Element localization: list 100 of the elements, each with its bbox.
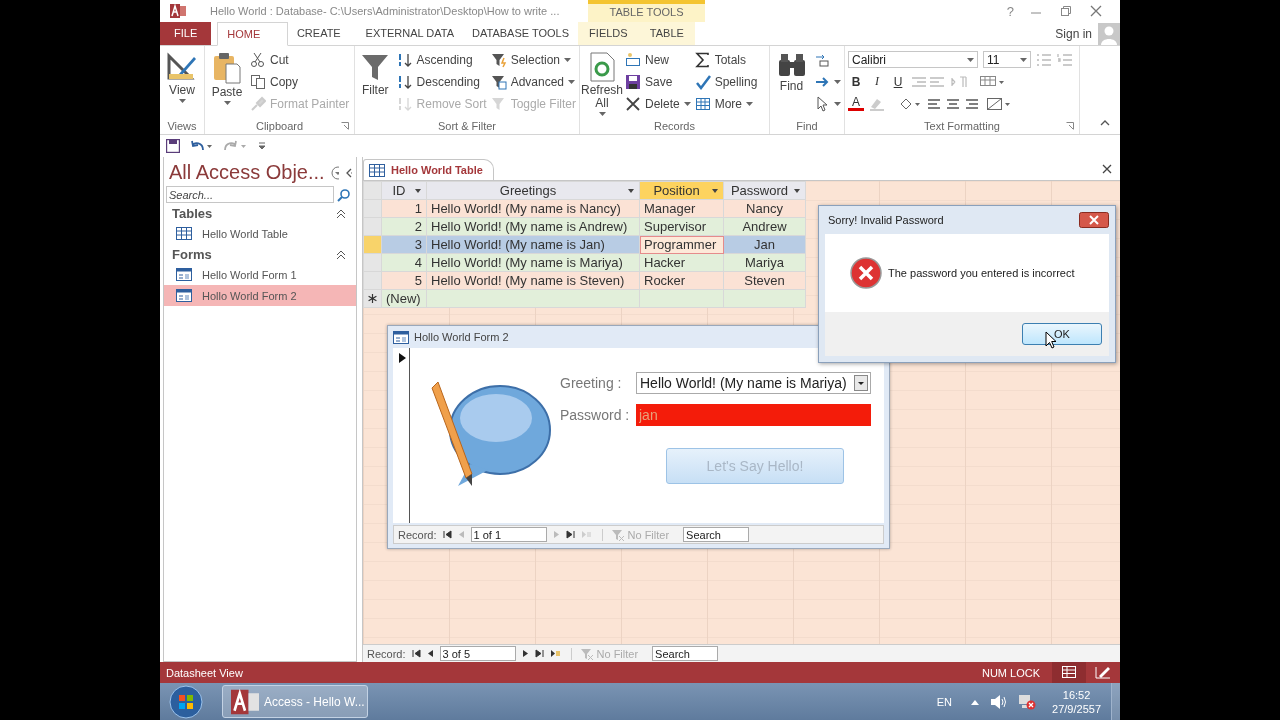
align-icon[interactable] <box>927 96 981 111</box>
network-error-icon[interactable] <box>1018 693 1037 710</box>
asterisk-icon <box>368 294 377 303</box>
bold-button[interactable]: B <box>848 74 864 89</box>
num-lock-indicator: NUM LOCK <box>981 666 1040 679</box>
section-header[interactable]: Tables <box>164 203 356 223</box>
dialog-title: Sorry! Invalid Password <box>828 214 944 226</box>
ribbon-button[interactable]: View <box>163 49 201 118</box>
ribbon-button[interactable]: Advanced <box>490 71 576 92</box>
column-header[interactable]: Position <box>639 181 724 200</box>
navigation-item[interactable]: Hello World Form 1 <box>164 264 356 285</box>
caret-icon <box>628 189 634 193</box>
caret-icon <box>564 57 571 62</box>
navigation-pane-title[interactable]: All Access Obje... <box>169 161 325 184</box>
underline-button[interactable]: U <box>890 74 906 89</box>
group-label: Find <box>796 120 818 132</box>
search-field[interactable]: Search <box>652 646 719 661</box>
document-tab[interactable]: Hello World Table <box>363 159 494 180</box>
column-header[interactable]: Password <box>723 181 806 200</box>
alternate-row-color-icon[interactable] <box>986 96 1012 111</box>
font-name-dropdown[interactable]: Calibri <box>848 51 978 68</box>
start-button[interactable] <box>168 683 204 720</box>
dialog-message: The password you entered is incorrect <box>888 267 1075 279</box>
column-header[interactable]: Greetings <box>426 181 640 200</box>
gridlines-icon[interactable] <box>979 74 1005 89</box>
language-indicator[interactable]: EN <box>936 695 953 708</box>
ribbon-button[interactable] <box>814 93 841 114</box>
previous-record-icon[interactable] <box>426 649 434 658</box>
column-header[interactable]: ID <box>381 181 427 200</box>
greeting-dropdown[interactable]: Hello World! (My name is Mariya) <box>636 372 871 394</box>
copy-icon <box>250 73 266 90</box>
customize-toolbar-icon[interactable] <box>258 142 266 150</box>
record-number-field[interactable]: 1 of 1 <box>470 527 547 542</box>
save-icon[interactable] <box>166 139 180 153</box>
redo-icon[interactable] <box>224 139 248 153</box>
ribbon-button[interactable]: New <box>625 49 691 70</box>
collapse-ribbon-icon[interactable] <box>1100 120 1110 126</box>
sign-in-link[interactable]: Sign in <box>1055 26 1092 41</box>
section-header[interactable]: Forms <box>164 244 356 264</box>
clock-date[interactable]: 27/9/2557 <box>1052 701 1101 716</box>
navigation-item[interactable]: Hollo World Form 2 <box>164 285 356 306</box>
close-icon[interactable] <box>1090 5 1102 17</box>
ribbon-button[interactable]: Find <box>773 49 810 118</box>
spelling-check-icon <box>694 73 711 90</box>
close-icon[interactable] <box>1102 163 1112 174</box>
italic-button[interactable]: I <box>869 74 885 89</box>
ribbon-button[interactable]: Spelling <box>694 71 758 92</box>
help-button[interactable]: ? <box>1006 3 1014 19</box>
font-color-button[interactable]: A <box>848 96 864 111</box>
ribbon-tab[interactable]: TABLE <box>640 22 693 45</box>
ribbon-tab[interactable]: CREATE <box>287 22 357 45</box>
ok-button[interactable]: OK <box>1022 323 1102 345</box>
ribbon-button[interactable]: More <box>694 93 758 114</box>
caret-icon <box>746 101 754 106</box>
undo-icon[interactable] <box>190 139 214 153</box>
new-record-icon[interactable] <box>549 649 561 658</box>
current-record-icon <box>399 353 406 363</box>
ribbon-button[interactable]: Selection <box>490 49 576 70</box>
new-record-icon <box>625 51 641 68</box>
ribbon-button[interactable]: Totals <box>694 49 758 70</box>
caret-icon <box>568 79 575 84</box>
datasheet-view-icon[interactable] <box>1052 662 1086 683</box>
clipboard-icon <box>212 52 242 84</box>
caret-icon <box>598 112 606 116</box>
ribbon-button[interactable]: Save <box>625 71 691 92</box>
record-number-field[interactable]: 3 of 5 <box>439 646 516 661</box>
search-field[interactable]: Search <box>683 527 750 542</box>
ribbon-tab[interactable]: DATABASE TOOLS <box>463 22 578 45</box>
restore-icon[interactable] <box>1060 5 1072 17</box>
ribbon-button[interactable]: Ascending <box>396 49 487 70</box>
ribbon-button[interactable]: Refresh All <box>583 49 621 118</box>
collapse-pane-icon[interactable] <box>344 166 352 179</box>
ribbon-button[interactable]: Descending <box>396 71 487 92</box>
ribbon-tab[interactable]: HOME <box>217 22 288 46</box>
ribbon-tab[interactable]: FILE <box>160 22 212 45</box>
ribbon-button[interactable]: Cut <box>250 49 350 70</box>
first-record-icon[interactable] <box>411 649 421 658</box>
close-button[interactable] <box>1079 212 1109 228</box>
font-size-dropdown[interactable]: 11 <box>983 51 1031 68</box>
navigation-item[interactable]: Hello World Table <box>164 223 356 244</box>
dialog-launcher-icon[interactable] <box>341 122 349 130</box>
ribbon-tab[interactable]: FIELDS <box>580 22 637 45</box>
last-record-icon[interactable] <box>565 530 575 539</box>
table-icon <box>369 163 385 177</box>
fill-bucket-icon[interactable] <box>898 96 922 111</box>
ribbon-tab[interactable]: EXTERNAL DATA <box>356 22 463 45</box>
ribbon-button[interactable]: Paste <box>208 49 246 118</box>
caret-icon <box>967 57 974 62</box>
contextual-tab-header: TABLE TOOLS <box>588 0 705 22</box>
last-record-icon[interactable] <box>534 649 544 658</box>
dialog-launcher-icon[interactable] <box>1066 122 1074 130</box>
search-field[interactable]: Search... <box>166 186 334 203</box>
ribbon-button[interactable]: Filter <box>358 49 393 118</box>
speaker-icon[interactable] <box>990 693 1009 710</box>
search-icon <box>337 187 351 202</box>
form-icon <box>176 289 192 302</box>
ribbon-button[interactable]: Copy <box>250 71 350 92</box>
ribbon-button[interactable]: Delete <box>625 93 691 114</box>
first-record-icon[interactable] <box>442 530 452 539</box>
next-record-icon[interactable] <box>521 649 529 658</box>
